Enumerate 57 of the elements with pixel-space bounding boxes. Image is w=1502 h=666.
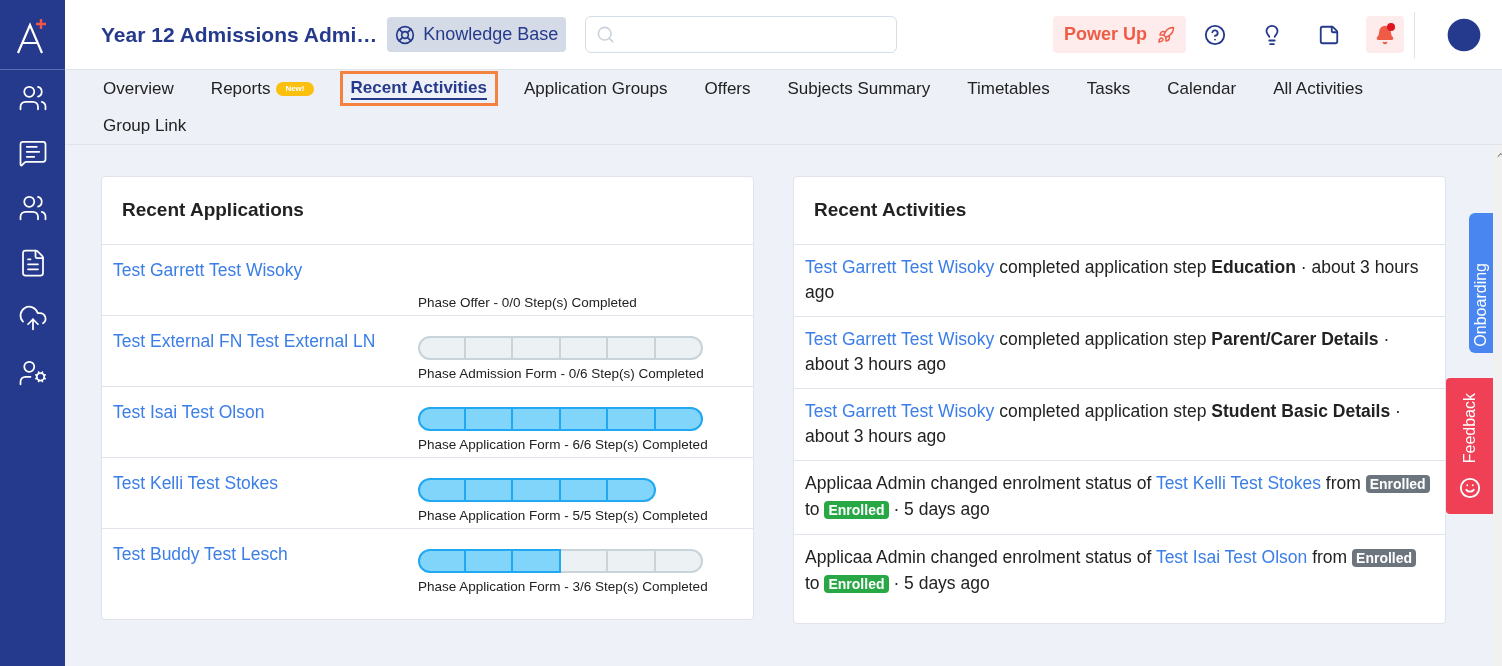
users-icon[interactable] bbox=[17, 83, 48, 113]
rocket-icon bbox=[1157, 25, 1175, 44]
onboarding-tab[interactable]: Onboarding bbox=[1469, 213, 1493, 353]
search-field[interactable] bbox=[585, 16, 898, 53]
smile-icon bbox=[1458, 477, 1481, 500]
nav-tab[interactable]: Timetables bbox=[967, 75, 1050, 102]
nav-tab[interactable]: Recent Activities bbox=[339, 71, 498, 106]
applicant-link[interactable]: Test Kelli Test Stokes bbox=[113, 470, 418, 528]
bell-icon bbox=[1375, 24, 1395, 45]
nav-tab[interactable]: Calendar bbox=[1167, 75, 1237, 102]
applicant-link[interactable]: Test Isai Test Olson bbox=[1155, 547, 1308, 567]
card-title: Recent Activities bbox=[814, 198, 967, 223]
notifications-button[interactable] bbox=[1366, 16, 1404, 53]
cloud-upload-icon[interactable] bbox=[17, 303, 48, 333]
activity-text: Applicaa Admin changed enrolment status of Test Kelli Test Stokes from Enrolled to Enrolled · 5 days ago bbox=[805, 471, 1434, 523]
applicant-link[interactable]: Test Garrett Test Wisoky bbox=[113, 257, 418, 315]
page-title: Year 12 Admissions Admi… bbox=[101, 21, 378, 48]
knowledge-base-button[interactable]: Knowledge Base bbox=[387, 17, 567, 52]
nav-tab[interactable]: Tasks bbox=[1086, 75, 1131, 102]
status-badge: Enrolled bbox=[824, 575, 889, 593]
nav-tab[interactable]: Subjects Summary bbox=[787, 75, 931, 102]
user-settings-icon[interactable] bbox=[17, 358, 48, 388]
activity-text: Test Garrett Test Wisoky completed application step Parent/Carer Details · about 3 hours ago bbox=[805, 328, 1391, 376]
status-badge: Enrolled bbox=[1352, 549, 1417, 567]
activity-text: Test Garrett Test Wisoky completed application step Student Basic Details · about 3 hours ago bbox=[805, 400, 1402, 448]
group-icon[interactable] bbox=[17, 193, 48, 223]
applicant-link[interactable]: Test Isai Test Olson bbox=[113, 399, 418, 457]
phase-progress-text: Phase Application Form - 6/6 Step(s) Completed bbox=[418, 436, 708, 454]
nav-tab[interactable]: Offers bbox=[704, 75, 751, 102]
phase-progress-text: Phase Application Form - 5/5 Step(s) Completed bbox=[418, 507, 708, 525]
nav-tab[interactable]: All Activities bbox=[1273, 75, 1363, 102]
card-title: Recent Applications bbox=[122, 198, 304, 223]
applicant-link[interactable]: Test Garrett Test Wisoky bbox=[805, 329, 995, 349]
applicant-link[interactable]: Test Buddy Test Lesch bbox=[113, 541, 418, 619]
applicant-link[interactable]: Test Garrett Test Wisoky bbox=[805, 257, 995, 277]
applicant-link[interactable]: Test External FN Test External LN bbox=[113, 328, 418, 386]
activity-text: Applicaa Admin changed enrolment status of Test Isai Test Olson from Enrolled to Enrolled · 5 days ago bbox=[805, 545, 1434, 597]
nav-tab[interactable]: Reports New! bbox=[210, 75, 314, 102]
message-icon[interactable] bbox=[17, 138, 48, 168]
lifebuoy-icon bbox=[395, 24, 416, 45]
nav-tab[interactable]: Overview bbox=[103, 75, 174, 102]
activity-text: Test Garrett Test Wisoky completed application step Education · about 3 hours ago bbox=[805, 256, 1420, 304]
nav-tab[interactable]: Application Groups bbox=[523, 75, 668, 102]
help-icon[interactable] bbox=[1204, 23, 1226, 46]
applicant-link[interactable]: Test Kelli Test Stokes bbox=[1155, 473, 1321, 493]
phase-progress-text: Phase Application Form - 3/6 Step(s) Completed bbox=[418, 578, 708, 596]
nav-tab[interactable]: Group Link bbox=[103, 112, 187, 139]
applicant-link[interactable]: Test Garrett Test Wisoky bbox=[805, 401, 995, 421]
status-badge: Enrolled bbox=[824, 501, 889, 519]
phase-progress-text: Phase Offer - 0/0 Step(s) Completed bbox=[418, 294, 637, 312]
phase-progress-text: Phase Admission Form - 0/6 Step(s) Completed bbox=[418, 365, 704, 383]
search-icon bbox=[596, 25, 616, 44]
notes-icon[interactable] bbox=[1318, 23, 1340, 46]
power-up-button[interactable]: Power Up bbox=[1053, 16, 1186, 53]
new-badge: New! bbox=[276, 81, 314, 96]
feedback-tab[interactable]: Feedback bbox=[1446, 378, 1493, 514]
status-badge: Enrolled bbox=[1365, 475, 1430, 493]
